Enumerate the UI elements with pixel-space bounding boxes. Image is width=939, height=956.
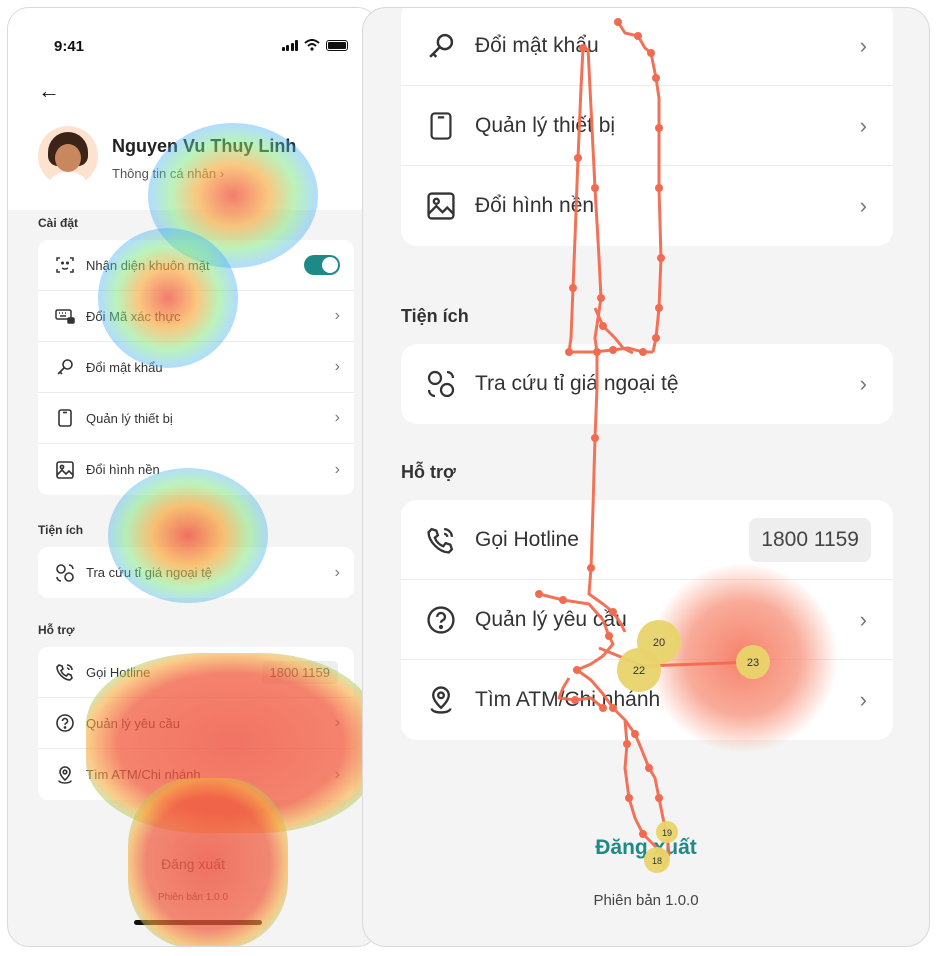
- battery-icon: [326, 39, 348, 51]
- support-item-hotline[interactable]: Gọi Hotline 1800 1159: [38, 647, 354, 698]
- chevron-right-icon: ›: [859, 193, 867, 218]
- chevron-right-icon: ›: [334, 714, 340, 731]
- chevron-right-icon: ›: [334, 409, 340, 426]
- chevron-right-icon: ›: [859, 687, 867, 712]
- chevron-right-icon: ›: [334, 307, 340, 324]
- section-support-title: Hỗ trợ: [38, 623, 75, 637]
- utility-item-exchange-rate[interactable]: Tra cứu tỉ giá ngoại tệ ›: [38, 547, 354, 598]
- phone-device-icon: [54, 409, 76, 427]
- settings-item-device-management[interactable]: Quản lý thiết bị ›: [38, 393, 354, 444]
- settings-item-face-id[interactable]: Nhận diện khuôn mặt: [38, 240, 354, 291]
- key-icon: [54, 358, 76, 376]
- support-item-manage-requests[interactable]: Quản lý yêu cầu ›: [401, 580, 893, 660]
- logout-button[interactable]: Đăng xuất: [363, 836, 929, 860]
- section-support-title: Hỗ trợ: [401, 462, 456, 482]
- settings-item-change-password[interactable]: Đổi mật khẩu ›: [401, 8, 893, 86]
- avatar[interactable]: [38, 126, 98, 186]
- chevron-right-icon: ›: [334, 563, 340, 581]
- app-version: Phiên bản 1.0.0: [157, 892, 229, 903]
- settings-item-change-auth-code[interactable]: Đổi Mã xác thực ›: [38, 291, 354, 342]
- profile-info-link[interactable]: Thông tin cá nhân ›: [112, 166, 224, 181]
- currency-exchange-icon: [54, 563, 76, 583]
- phone-device-icon: [425, 111, 457, 141]
- image-icon: [54, 460, 76, 479]
- key-icon: [425, 32, 457, 60]
- location-pin-icon: [425, 686, 457, 714]
- question-icon: [54, 714, 76, 732]
- question-icon: [425, 605, 457, 634]
- hotline-number[interactable]: 1800 1159: [261, 660, 338, 684]
- keyboard-lock-icon: [54, 308, 76, 324]
- settings-item-device-management[interactable]: Quản lý thiết bị ›: [401, 86, 893, 166]
- support-card: Gọi Hotline 1800 1159 Quản lý yêu cầu › …: [38, 647, 354, 800]
- section-utilities-title: Tiện ích: [38, 523, 84, 537]
- section-utilities-title: Tiện ích: [401, 306, 469, 326]
- logout-button[interactable]: Đăng xuất: [8, 856, 378, 872]
- chevron-right-icon: ›: [334, 765, 340, 783]
- comparison-stage: 9:41 ← Nguyen Vu Thuy Linh Thông tin cá …: [0, 0, 939, 956]
- settings-item-change-wallpaper[interactable]: Đổi hình nền ›: [38, 444, 354, 495]
- support-item-hotline[interactable]: Gọi Hotline 1800 1159: [401, 500, 893, 580]
- phone-call-icon: [425, 526, 457, 554]
- chevron-right-icon: ›: [859, 32, 867, 58]
- support-item-manage-requests[interactable]: Quản lý yêu cầu ›: [38, 698, 354, 749]
- status-time: 9:41: [54, 38, 85, 55]
- chevron-right-icon: ›: [859, 112, 867, 138]
- system-icons: [281, 39, 348, 51]
- utilities-card: Tra cứu tỉ giá ngoại tệ ›: [38, 547, 354, 598]
- section-settings-title: Cài đặt: [38, 216, 79, 230]
- support-card: Gọi Hotline 1800 1159 Quản lý yêu cầu › …: [401, 500, 893, 740]
- settings-item-change-password[interactable]: Đổi mật khẩu ›: [38, 342, 354, 393]
- face-id-toggle[interactable]: [304, 255, 340, 275]
- support-item-find-atm[interactable]: Tìm ATM/Chi nhánh ›: [401, 660, 893, 740]
- home-indicator: [134, 920, 262, 925]
- settings-card: Nhận diện khuôn mặt Đổi Mã xác thực › Đổ…: [38, 240, 354, 495]
- face-id-icon: [54, 256, 76, 274]
- phone-call-icon: [54, 663, 76, 681]
- status-bar: 9:41: [8, 8, 378, 70]
- profile-name: Nguyen Vu Thuy Linh: [112, 136, 297, 156]
- gaze-plot-phone-screen: Đổi mật khẩu › Quản lý thiết bị › Đổi hì…: [362, 7, 930, 947]
- image-icon: [425, 192, 457, 220]
- settings-item-change-wallpaper[interactable]: Đổi hình nền ›: [401, 166, 893, 246]
- hotline-number[interactable]: 1800 1159: [749, 517, 871, 562]
- utility-item-exchange-rate[interactable]: Tra cứu tỉ giá ngoại tệ ›: [401, 344, 893, 424]
- chevron-right-icon: ›: [859, 371, 867, 396]
- support-item-find-atm[interactable]: Tìm ATM/Chi nhánh ›: [38, 749, 354, 800]
- chevron-right-icon: ›: [334, 358, 340, 375]
- signal-icon: [281, 39, 298, 51]
- app-version: Phiên bản 1.0.0: [593, 892, 699, 909]
- currency-exchange-icon: [425, 369, 457, 399]
- heatmap-phone-screen: 9:41 ← Nguyen Vu Thuy Linh Thông tin cá …: [7, 7, 379, 947]
- settings-card: Đổi mật khẩu › Quản lý thiết bị › Đổi hì…: [401, 8, 893, 246]
- back-arrow-icon[interactable]: ←: [38, 78, 60, 104]
- chevron-right-icon: ›: [859, 606, 867, 632]
- wifi-icon: [304, 39, 320, 51]
- utilities-card: Tra cứu tỉ giá ngoại tệ ›: [401, 344, 893, 424]
- location-pin-icon: [54, 765, 76, 784]
- chevron-right-icon: ›: [334, 460, 340, 478]
